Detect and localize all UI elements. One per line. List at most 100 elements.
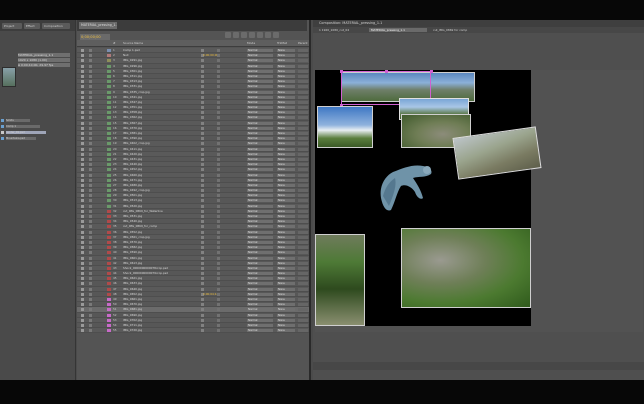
parent-dropdown[interactable]	[298, 246, 308, 250]
visibility-eye-icon[interactable]	[81, 69, 84, 73]
layer-name[interactable]: IMG_0311.jpg	[123, 75, 199, 78]
parent-dropdown[interactable]	[298, 318, 308, 322]
blend-mode-dropdown[interactable]: Normal	[247, 292, 273, 296]
layer-name[interactable]: IMG_0460.jpg	[123, 174, 199, 177]
blend-mode-dropdown[interactable]: Normal	[247, 215, 273, 218]
column-source-name[interactable]: Source Name	[123, 41, 163, 45]
parent-dropdown[interactable]	[298, 272, 308, 276]
parent-dropdown[interactable]	[298, 183, 308, 187]
blend-mode-dropdown[interactable]: Normal	[247, 235, 273, 239]
lock-icon[interactable]	[89, 54, 92, 58]
label-color-swatch[interactable]	[107, 323, 111, 327]
blend-mode-dropdown[interactable]: Normal	[247, 152, 273, 156]
lock-icon[interactable]	[89, 126, 92, 130]
visibility-eye-icon[interactable]	[81, 178, 84, 182]
blend-mode-dropdown[interactable]: Normal	[247, 147, 273, 151]
blend-mode-dropdown[interactable]: Normal	[247, 318, 273, 322]
switch-icon[interactable]	[217, 323, 220, 327]
lock-icon[interactable]	[89, 209, 92, 213]
switch-icon[interactable]	[217, 246, 220, 250]
track-matte-dropdown[interactable]: None	[277, 251, 295, 255]
label-color-swatch[interactable]	[107, 204, 111, 208]
track-matte-dropdown[interactable]: None	[277, 235, 295, 239]
switch-icon[interactable]	[201, 74, 204, 78]
label-color-swatch[interactable]	[107, 215, 111, 218]
visibility-eye-icon[interactable]	[81, 64, 84, 68]
blend-mode-dropdown[interactable]: Normal	[247, 121, 273, 125]
layer-image-glacier[interactable]	[317, 106, 373, 148]
track-matte-dropdown[interactable]: None	[277, 318, 295, 322]
parent-dropdown[interactable]	[298, 54, 308, 58]
layer-row[interactable]: 55 IMG_0720.jpg Normal None	[77, 328, 309, 334]
visibility-eye-icon[interactable]	[81, 54, 84, 58]
lock-icon[interactable]	[89, 246, 92, 250]
switch-icon[interactable]	[217, 266, 220, 270]
label-color-swatch[interactable]	[107, 54, 111, 58]
switch-icon[interactable]	[201, 298, 204, 301]
blend-mode-dropdown[interactable]: Normal	[247, 225, 273, 229]
track-matte-dropdown[interactable]: None	[277, 204, 295, 208]
track-matte-dropdown[interactable]: None	[277, 126, 295, 130]
label-color-swatch[interactable]	[107, 126, 111, 130]
switch-icon[interactable]	[201, 137, 204, 141]
layer-name[interactable]: IMG_0480.jpg	[123, 184, 199, 187]
visibility-eye-icon[interactable]	[81, 204, 84, 208]
layer-name[interactable]: IMG_0711.jpg	[123, 324, 199, 327]
visibility-eye-icon[interactable]	[81, 90, 84, 94]
label-color-swatch[interactable]	[107, 308, 111, 312]
layer-name[interactable]: IMG_0501.jpg	[123, 194, 199, 197]
track-matte-dropdown[interactable]: None	[277, 54, 295, 58]
switch-icon[interactable]	[201, 323, 204, 327]
visibility-eye-icon[interactable]	[81, 199, 84, 203]
switch-icon[interactable]	[201, 256, 204, 260]
layer-name[interactable]: IMG_0531.jpg	[123, 215, 199, 218]
switch-icon[interactable]	[217, 80, 220, 84]
parent-dropdown[interactable]	[298, 235, 308, 239]
layer-name[interactable]: IMG_0633.jpg	[123, 282, 199, 285]
parent-dropdown[interactable]	[298, 74, 308, 78]
blend-mode-dropdown[interactable]: Normal	[247, 183, 273, 187]
switch-icon[interactable]	[217, 292, 220, 296]
switch-icon[interactable]	[217, 49, 220, 52]
track-matte-dropdown[interactable]: None	[277, 168, 295, 172]
blend-mode-dropdown[interactable]: Normal	[247, 168, 273, 172]
switch-icon[interactable]	[217, 287, 220, 291]
label-color-swatch[interactable]	[107, 256, 111, 260]
switch-icon[interactable]	[217, 126, 220, 130]
visibility-eye-icon[interactable]	[81, 209, 84, 213]
label-color-swatch[interactable]	[107, 100, 111, 104]
visibility-eye-icon[interactable]	[81, 256, 84, 260]
layer-name[interactable]: IMG_0520.jpg	[123, 205, 199, 208]
lock-icon[interactable]	[89, 272, 92, 276]
parent-dropdown[interactable]	[298, 64, 308, 68]
lock-icon[interactable]	[89, 106, 92, 110]
layer-name[interactable]: IMG_0367.jpg	[123, 122, 199, 125]
label-color-swatch[interactable]	[107, 220, 111, 224]
lock-icon[interactable]	[89, 298, 92, 301]
lock-icon[interactable]	[89, 308, 92, 312]
track-matte-dropdown[interactable]: None	[277, 323, 295, 327]
visibility-eye-icon[interactable]	[81, 194, 84, 198]
layer-name[interactable]: cut_IMG_0869_for_comp	[123, 225, 199, 228]
layer-name[interactable]: IMG_0440.jpg	[123, 163, 199, 166]
lock-icon[interactable]	[89, 323, 92, 327]
track-matte-dropdown[interactable]: None	[277, 287, 295, 291]
track-matte-dropdown[interactable]: None	[277, 282, 295, 286]
switch-icon[interactable]	[201, 199, 204, 203]
blend-mode-dropdown[interactable]: Normal	[247, 74, 273, 78]
lock-icon[interactable]	[89, 230, 92, 234]
lock-icon[interactable]	[89, 199, 92, 203]
blend-mode-dropdown[interactable]: Normal	[247, 329, 273, 333]
blend-mode-dropdown[interactable]: Normal	[247, 132, 273, 135]
parent-dropdown[interactable]	[298, 126, 308, 130]
blend-mode-dropdown[interactable]: Normal	[247, 80, 273, 84]
blend-mode-dropdown[interactable]: Normal	[247, 178, 273, 182]
layer-name[interactable]: IMG_0296.jpg	[123, 65, 199, 68]
switch-icon[interactable]	[217, 152, 220, 156]
tab-composition[interactable]: Composition	[42, 23, 70, 29]
visibility-eye-icon[interactable]	[81, 74, 84, 78]
visibility-eye-icon[interactable]	[81, 183, 84, 187]
label-color-swatch[interactable]	[107, 230, 111, 234]
parent-dropdown[interactable]	[298, 220, 308, 224]
track-matte-dropdown[interactable]: None	[277, 183, 295, 187]
